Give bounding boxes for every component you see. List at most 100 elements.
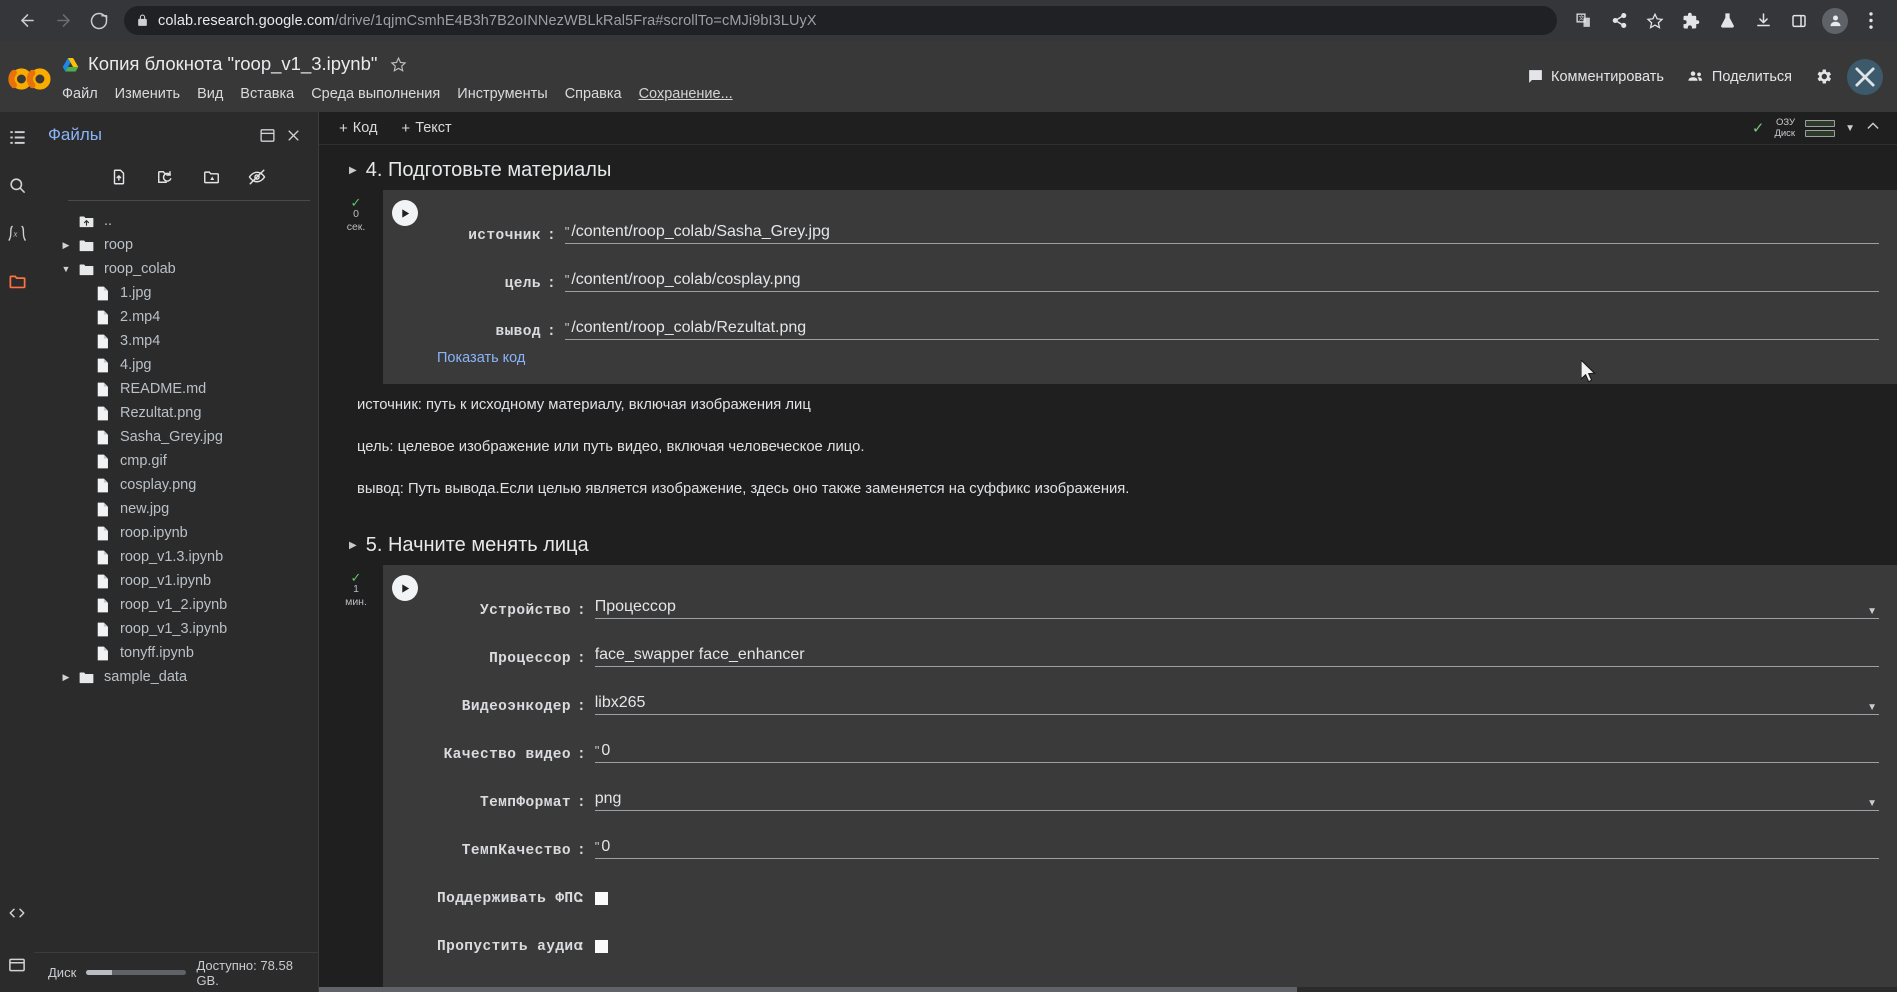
menu-item-help[interactable]: Справка [565,84,631,104]
show-code-link[interactable]: Показать код [437,340,1879,370]
form-row: Устройство: Процессор ▼ [437,571,1879,620]
section-heading-4[interactable]: ▶ 4. Подготовьте материалы [339,145,1897,190]
back-button[interactable] [10,4,44,38]
checkbox-пропустить-аудио[interactable] [594,940,608,954]
run-cell-button[interactable] [392,200,418,227]
settings-gear-icon[interactable] [1803,57,1843,97]
checkbox-поддерживать-фпс[interactable] [594,892,608,906]
file-tree-item[interactable]: 2.mp4 [34,305,318,329]
file-tree-item[interactable]: tonyff.ipynb [34,641,318,665]
code-snippets-icon[interactable] [4,900,30,926]
file-tree-item[interactable]: ▶ roop [34,233,318,257]
file-icon [90,358,114,373]
chevron-down-icon[interactable]: ▼ [1845,123,1855,134]
comment-button[interactable]: Комментировать [1516,61,1675,92]
file-tree-item-label: .. [104,213,113,229]
add-text-cell-button[interactable]: + Текст [401,120,451,137]
form-field-input[interactable]: face_swapper face_enhancer [594,646,1879,668]
file-tree-item[interactable]: cmp.gif [34,449,318,473]
hidden-files-icon[interactable] [244,164,270,190]
file-tree-item[interactable]: roop_v1_3.ipynb [34,617,318,641]
close-icon[interactable] [280,122,306,148]
add-text-label: Текст [415,120,452,137]
form-field-input[interactable]: "/content/roop_colab/cosplay.png [564,271,1879,293]
variables-icon[interactable]: x [4,220,30,246]
add-code-cell-button[interactable]: + Код [339,120,377,137]
files-icon[interactable] [4,268,30,294]
file-tree-item[interactable]: cosplay.png [34,473,318,497]
refresh-folder-icon[interactable] [152,164,178,190]
chevron-down-icon[interactable]: ▼ [1867,702,1877,713]
form-field-value: 0 [601,838,611,856]
terminal-icon[interactable] [4,952,30,978]
browser-menu-icon[interactable] [1855,5,1887,37]
section-heading-5[interactable]: ▶ 5. Начните менять лица [339,520,1897,565]
labs-flask-icon[interactable] [1711,5,1743,37]
bookmark-star-icon[interactable] [1639,5,1671,37]
menu-item-view[interactable]: Вид [197,84,232,104]
collapse-header-icon[interactable] [1865,118,1881,139]
file-tree-item[interactable]: ▼ roop_colab [34,257,318,281]
profile-avatar-icon[interactable] [1819,5,1851,37]
form-field-input[interactable]: "/content/roop_colab/Rezultat.png [564,319,1879,341]
translate-icon[interactable]: 文 [1567,5,1599,37]
file-tree-item[interactable]: README.md [34,377,318,401]
download-icon[interactable] [1747,5,1779,37]
file-tree-item[interactable]: Sasha_Grey.jpg [34,425,318,449]
quote-mark: " [564,272,570,288]
form-field-select[interactable]: libx265 ▼ [594,694,1879,716]
menu-item-edit[interactable]: Изменить [115,84,189,104]
open-new-window-icon[interactable] [254,122,280,148]
form-field-select[interactable]: Процессор ▼ [594,598,1879,620]
extensions-icon[interactable] [1675,5,1707,37]
upload-file-icon[interactable] [106,164,132,190]
file-tree-item[interactable]: roop.ipynb [34,521,318,545]
chevron-down-icon[interactable]: ▼ [1867,798,1877,809]
notebook-scroll-area[interactable]: ▶ 4. Подготовьте материалы ✓ 0 сек. исто… [319,145,1897,992]
file-tree-item[interactable]: 4.jpg [34,353,318,377]
menu-item-tools[interactable]: Инструменты [457,84,556,104]
colab-logo[interactable] [0,41,62,112]
toc-icon[interactable] [4,124,30,150]
menu-item-file[interactable]: Файл [62,84,107,104]
forward-button[interactable] [46,4,80,38]
form-field-input[interactable]: "/content/roop_colab/Sasha_Grey.jpg [564,223,1879,245]
chevron-right-icon[interactable]: ▶ [349,165,357,176]
form-field-input[interactable]: " 0 [594,838,1879,860]
mount-drive-icon[interactable] [198,164,224,190]
menu-item-runtime[interactable]: Среда выполнения [311,84,449,104]
file-tree-item[interactable]: roop_v1_2.ipynb [34,593,318,617]
file-tree-item[interactable]: 1.jpg [34,281,318,305]
form-field-input[interactable]: " 0 [594,742,1879,764]
file-tree-item[interactable]: roop_v1.ipynb [34,569,318,593]
chevron-right-icon[interactable]: ▶ [58,240,74,251]
file-tree-item[interactable]: roop_v1.3.ipynb [34,545,318,569]
search-icon[interactable] [4,172,30,198]
file-icon [90,286,114,301]
run-cell-button[interactable] [392,575,418,602]
address-bar[interactable]: colab.research.google.com/drive/1qjmCsmh… [124,6,1557,35]
chevron-right-icon[interactable]: ▶ [58,672,74,683]
file-tree-item[interactable]: .. [34,209,318,233]
quote-mark: " [594,839,600,855]
horizontal-scrollbar[interactable] [319,987,1897,992]
menu-item-insert[interactable]: Вставка [240,84,303,104]
form-field-label: источник [468,228,541,245]
file-tree-item-label: Sasha_Grey.jpg [120,429,223,445]
chevron-down-icon[interactable]: ▼ [58,264,74,274]
chevron-down-icon[interactable]: ▼ [1867,606,1877,617]
share-button[interactable]: Поделиться [1675,61,1803,92]
side-panel-icon[interactable] [1783,5,1815,37]
file-tree-item-label: roop.ipynb [120,525,188,541]
form-field-select[interactable]: png ▼ [594,790,1879,812]
reload-button[interactable] [82,4,116,38]
file-tree-item[interactable]: Rezultat.png [34,401,318,425]
file-tree-item[interactable]: 3.mp4 [34,329,318,353]
star-icon[interactable] [390,56,407,73]
chevron-right-icon[interactable]: ▶ [349,540,357,551]
file-tree-item[interactable]: new.jpg [34,497,318,521]
share-icon[interactable] [1603,5,1635,37]
account-avatar[interactable] [1847,58,1883,95]
form-field-colon: : [547,324,556,341]
file-tree-item[interactable]: ▶ sample_data [34,665,318,689]
